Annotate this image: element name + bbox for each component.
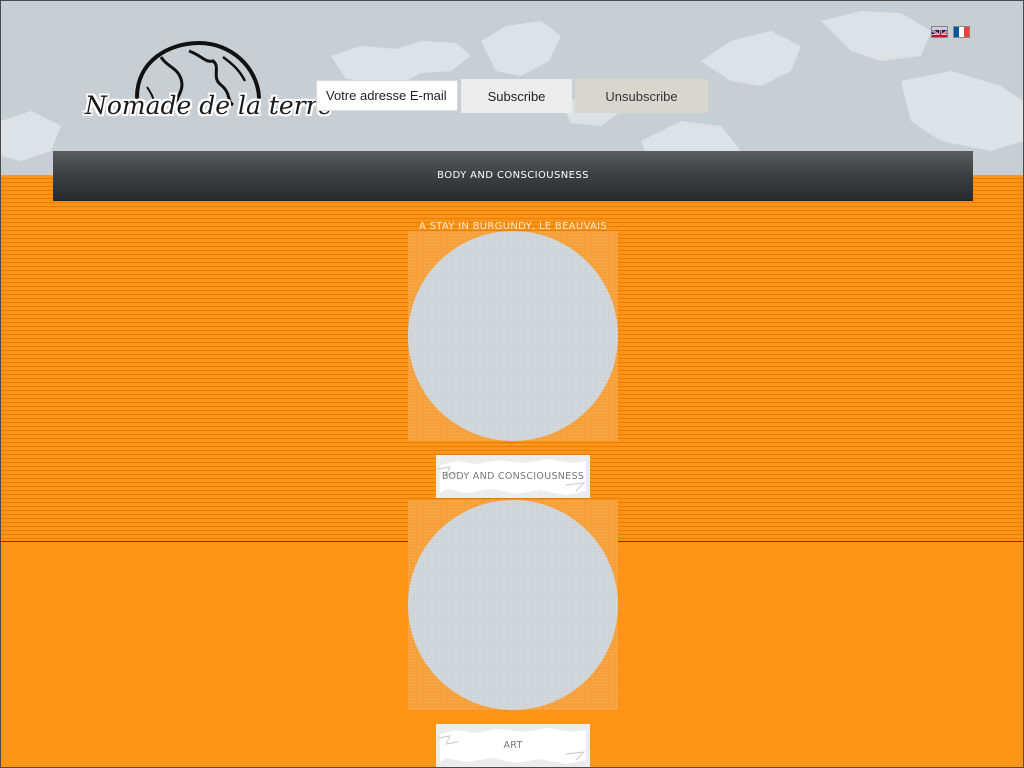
post-category-tag[interactable]: ART (436, 724, 590, 767)
nav-item-body-and-consciousness[interactable]: BODY AND CONSCIOUSNESS (53, 151, 973, 200)
subscribe-button[interactable]: Subscribe (461, 79, 572, 113)
post-thumbnail[interactable] (408, 500, 618, 710)
site-logo[interactable]: Nomade de la terre (81, 41, 333, 133)
france-flag-icon[interactable] (953, 26, 970, 38)
nav-item-label: BODY AND CONSCIOUSNESS (437, 170, 589, 181)
post-category-label: ART (503, 740, 523, 751)
unsubscribe-button[interactable]: Unsubscribe (575, 79, 708, 113)
post-category-tag[interactable]: BODY AND CONSCIOUSNESS (436, 455, 590, 498)
unsubscribe-button-label: Unsubscribe (605, 88, 678, 104)
post-image-placeholder (408, 500, 618, 710)
post-category-label: BODY AND CONSCIOUSNESS (441, 471, 585, 482)
page: Nomade de la terre Subscribe Unsubscribe… (0, 0, 1024, 768)
post-thumbnail[interactable] (408, 231, 618, 441)
subscribe-button-label: Subscribe (487, 88, 546, 104)
uk-flag-icon[interactable] (931, 26, 948, 38)
post-image-placeholder (408, 231, 618, 441)
logo-text: Nomade de la terre (85, 91, 333, 120)
newsletter-email-input[interactable] (316, 80, 458, 111)
main-navbar: BODY AND CONSCIOUSNESS (53, 151, 973, 200)
